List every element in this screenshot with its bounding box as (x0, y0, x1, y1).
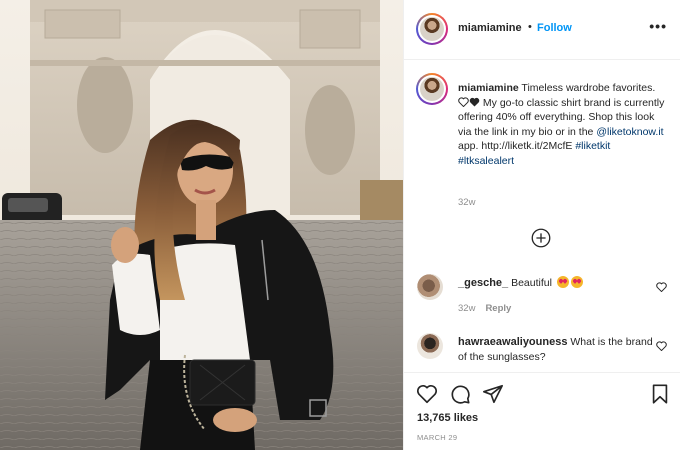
caption-text: miamiamine Timeless wardrobe favorites. … (458, 81, 668, 169)
author-username[interactable]: miamiamine (458, 22, 522, 34)
commenter-username[interactable]: hawraeawaliyouness (458, 336, 567, 348)
plus-circle-icon[interactable] (531, 228, 551, 248)
caption-username[interactable]: miamiamine (458, 82, 519, 94)
heart-eyes-emoji-icon (556, 276, 569, 288)
heart-icon[interactable] (416, 383, 438, 405)
hashtag-liketkit[interactable]: #liketkit (575, 140, 610, 152)
heart-eyes-emoji-icon (570, 276, 583, 288)
commenter-avatar[interactable] (417, 333, 443, 359)
header-separator: • (528, 21, 532, 33)
post-header: miamiamine • Follow ••• (404, 0, 680, 60)
caption-avatar[interactable] (416, 73, 448, 105)
reply-button[interactable]: Reply (485, 303, 511, 314)
comment-bubble-icon[interactable] (449, 383, 471, 405)
commenter-avatar[interactable] (417, 274, 443, 300)
caption-timestamp: 32w (458, 197, 476, 208)
white-heart-icon (458, 97, 469, 107)
like-count[interactable]: 13,765 likes (417, 412, 478, 424)
black-heart-icon (469, 97, 480, 107)
paper-plane-icon[interactable] (482, 383, 504, 405)
caption-mention[interactable]: @liketoknow.it (596, 126, 663, 138)
caption-part-1: Timeless wardrobe favorites. (518, 82, 656, 94)
hashtag-ltksalealert[interactable]: #ltksalealert (458, 155, 514, 167)
bookmark-icon[interactable] (649, 383, 671, 405)
comment-text: _gesche_ Beautiful (458, 276, 654, 291)
post-side-panel: miamiamine • Follow ••• miamiamine Timel… (403, 0, 680, 450)
comment-like-heart-icon[interactable] (656, 341, 667, 351)
author-avatar[interactable] (416, 13, 448, 45)
commenter-username[interactable]: _gesche_ (458, 277, 508, 289)
photo-illustration (0, 0, 403, 450)
post-date[interactable]: MARCH 29 (417, 433, 457, 442)
comment-body: Beautiful (508, 277, 555, 289)
caption-part-3: app. http://liketk.it/2McfE (458, 140, 576, 153)
post-photo[interactable] (0, 0, 403, 450)
follow-button[interactable]: Follow (537, 22, 572, 34)
comment-timestamp: 32w (458, 303, 476, 314)
comment-like-heart-icon[interactable] (656, 282, 667, 292)
more-options-icon[interactable]: ••• (649, 18, 667, 34)
post-actions: 13,765 likes MARCH 29 (404, 372, 680, 450)
comment-meta: 32w Reply (458, 303, 511, 314)
comment-text: hawraeawaliyouness What is the brand of … (458, 335, 654, 364)
